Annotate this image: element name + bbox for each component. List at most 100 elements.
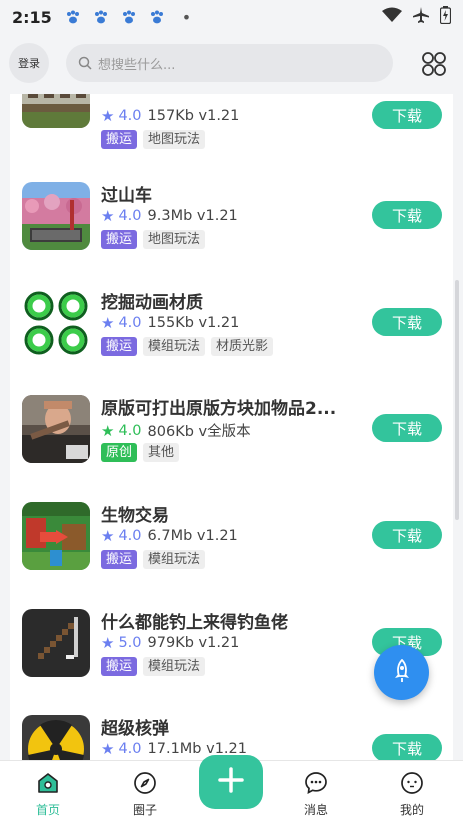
tag: 地图玩法 [143, 130, 206, 149]
login-button[interactable]: 登录 [9, 43, 49, 83]
nav-mine-label: 我的 [399, 803, 424, 817]
item-rating: 4.0 [118, 315, 142, 331]
apps-grid-icon[interactable] [420, 50, 448, 78]
item-title: 原版可打出原版方块加物品2... [101, 399, 337, 419]
item-tags: 原创 其他 [101, 443, 180, 462]
thumbnail-image [22, 94, 90, 128]
item-rating: 4.0 [118, 422, 142, 439]
tag: 模组玩法 [143, 657, 206, 676]
nav-messages[interactable]: 消息 [286, 769, 346, 818]
item-tags: 搬运 模组玩法 [101, 550, 206, 569]
item-size-version: 155Kb v1.21 [147, 315, 240, 331]
airplane-icon [412, 6, 430, 28]
download-button[interactable]: 下载 [372, 734, 442, 760]
compass-icon [133, 769, 157, 797]
thumbnail-image [22, 395, 90, 463]
item-size-version: 979Kb v1.21 [147, 635, 240, 651]
item-rating: 5.0 [118, 635, 142, 651]
item-meta: ★ 5.0 979Kb v1.21 [101, 634, 239, 652]
search-input[interactable]: 想搜些什么... [66, 44, 393, 82]
star-icon: ★ [101, 314, 115, 332]
list-item[interactable]: 生物交易 ★ 4.0 6.7Mb v1.21 搬运 模组玩法 下载 [10, 502, 453, 592]
star-icon: ★ [101, 107, 115, 125]
item-title: 生物交易 [101, 506, 169, 526]
search-placeholder: 想搜些什么... [98, 57, 176, 73]
tag: 搬运 [101, 550, 138, 569]
nav-circle-label: 圈子 [132, 803, 157, 817]
nav-mine[interactable]: 我的 [382, 769, 442, 818]
bottom-nav: 首页 圈子 消息 我的 [0, 755, 463, 823]
rocket-icon [391, 658, 413, 687]
tag: 材质光影 [211, 337, 274, 356]
list-item[interactable]: 超级核弹 ★ 4.0 17.1Mb v1.21 下载 [10, 715, 453, 760]
item-tags: 搬运 地图玩法 [101, 230, 206, 249]
thumbnail-image [22, 715, 90, 760]
rocket-fab-button[interactable] [374, 645, 429, 700]
nav-home-label: 首页 [35, 803, 60, 817]
plus-icon [217, 766, 245, 798]
thumbnail-image [22, 502, 90, 570]
tag: 其他 [143, 443, 180, 462]
star-icon: ★ [101, 740, 115, 758]
list-item[interactable]: ★ 4.0 157Kb v1.21 搬运 地图玩法 下载 [10, 94, 453, 172]
item-tags: 搬运 地图玩法 [101, 130, 206, 149]
notification-dot-icon: • [181, 7, 192, 27]
star-icon: ★ [101, 421, 115, 440]
item-title: 挖掘动画材质 [101, 293, 203, 313]
download-button[interactable]: 下载 [372, 308, 442, 336]
paw-icon [94, 10, 108, 24]
item-size-version: 6.7Mb v1.21 [147, 528, 238, 544]
tag: 地图玩法 [143, 230, 206, 249]
search-icon [78, 56, 92, 70]
nav-circle[interactable]: 圈子 [115, 769, 175, 818]
nav-home[interactable]: 首页 [18, 769, 78, 818]
status-time: 2:15 [12, 7, 52, 27]
item-tags: 搬运 模组玩法 材质光影 [101, 337, 274, 356]
item-rating: 4.0 [118, 528, 142, 544]
list-item[interactable]: 过山车 ★ 4.0 9.3Mb v1.21 搬运 地图玩法 下载 [10, 182, 453, 272]
list-item[interactable]: 挖掘动画材质 ★ 4.0 155Kb v1.21 搬运 模组玩法 材质光影 下载 [10, 289, 453, 379]
scrollbar[interactable] [455, 280, 459, 520]
nav-messages-label: 消息 [303, 803, 328, 817]
thumbnail-image [22, 609, 90, 677]
battery-icon [439, 6, 452, 28]
add-button[interactable] [199, 755, 263, 809]
tag: 搬运 [101, 230, 138, 249]
list-item[interactable]: 原版可打出原版方块加物品2... ★ 4.0 806Kb v全版本 原创 其他 … [10, 395, 453, 485]
tag: 搬运 [101, 130, 138, 149]
item-title: 过山车 [101, 186, 152, 206]
thumbnail-image [22, 289, 90, 357]
download-button[interactable]: 下载 [372, 521, 442, 549]
download-button[interactable]: 下载 [372, 101, 442, 129]
top-bar: 登录 想搜些什么... [0, 34, 463, 92]
chat-bubble-icon [304, 769, 328, 797]
wifi-icon [382, 7, 402, 27]
item-title: 超级核弹 [101, 719, 169, 739]
item-size-version: 157Kb v1.21 [147, 108, 240, 124]
star-icon: ★ [101, 634, 115, 652]
status-bar: 2:15 • [0, 0, 463, 34]
tag: 模组玩法 [143, 337, 206, 356]
star-icon: ★ [101, 527, 115, 545]
paw-icon [122, 10, 136, 24]
tag: 原创 [101, 443, 138, 462]
tag: 搬运 [101, 657, 138, 676]
tag: 搬运 [101, 337, 138, 356]
face-icon [400, 769, 424, 797]
item-size-version: 9.3Mb v1.21 [147, 208, 238, 224]
download-button[interactable]: 下载 [372, 201, 442, 229]
item-tags: 搬运 模组玩法 [101, 657, 206, 676]
item-rating: 4.0 [118, 741, 142, 757]
home-icon [36, 769, 60, 797]
item-size-version: 806Kb v全版本 [147, 424, 251, 440]
paw-icon [150, 10, 164, 24]
tag: 模组玩法 [143, 550, 206, 569]
thumbnail-image [22, 182, 90, 250]
item-title: 什么都能钓上来得钓鱼佬 [101, 613, 288, 633]
item-meta: ★ 4.0 6.7Mb v1.21 [101, 527, 238, 545]
item-rating: 4.0 [118, 108, 142, 124]
item-rating: 4.0 [118, 208, 142, 224]
item-meta: ★ 4.0 9.3Mb v1.21 [101, 207, 238, 225]
star-icon: ★ [101, 207, 115, 225]
download-button[interactable]: 下载 [372, 414, 442, 442]
